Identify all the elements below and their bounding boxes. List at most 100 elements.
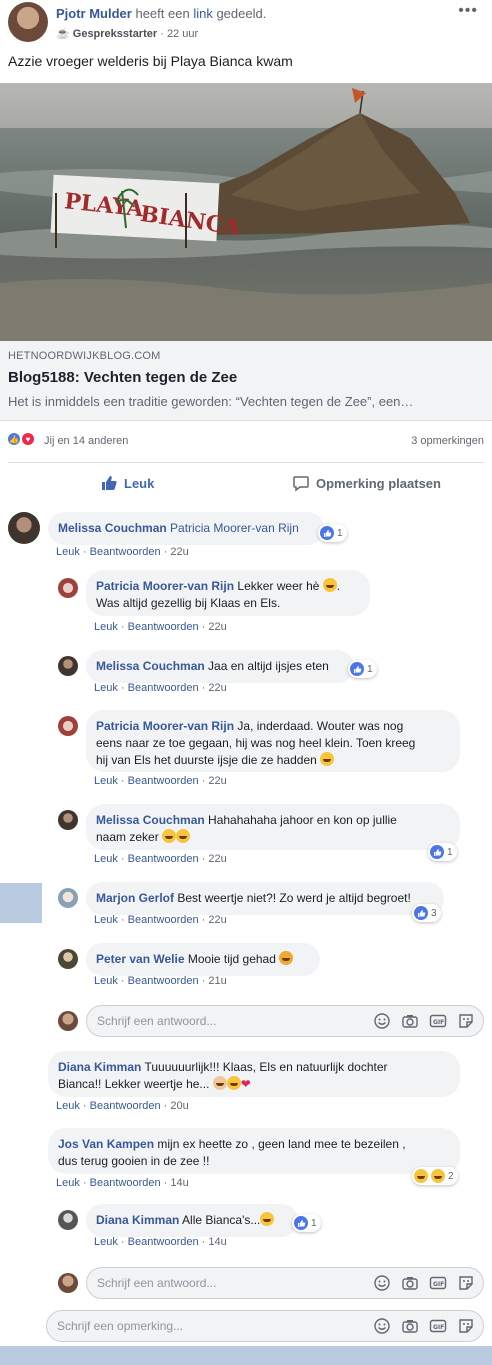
commenter-name[interactable]: Jos Van Kampen: [58, 1137, 154, 1151]
comment-time[interactable]: 22u: [208, 682, 226, 694]
commenter-name[interactable]: Diana Kimman: [96, 1213, 179, 1227]
avatar[interactable]: [58, 578, 78, 598]
reply-link[interactable]: Beantwoorden: [90, 1100, 161, 1112]
like-link[interactable]: Leuk: [56, 1177, 80, 1189]
camera-icon[interactable]: [401, 1012, 419, 1030]
commenter-name[interactable]: Melissa Couchman: [96, 659, 205, 673]
camera-icon[interactable]: [401, 1274, 419, 1292]
love-reaction-icon[interactable]: ♥: [20, 431, 36, 447]
comment-count[interactable]: 3 opmerkingen: [411, 435, 484, 447]
like-link[interactable]: Leuk: [94, 853, 118, 865]
reaction-badge[interactable]: 1: [348, 660, 377, 678]
gif-icon[interactable]: GIF: [429, 1012, 447, 1030]
author-subline: ☕ Gespreksstarter · 22 uur: [56, 28, 199, 40]
reply-link[interactable]: Beantwoorden: [128, 621, 199, 633]
reaction-badge[interactable]: 1: [292, 1214, 321, 1232]
badge-label: Gespreksstarter: [72, 28, 158, 40]
like-link[interactable]: Leuk: [94, 775, 118, 787]
like-link[interactable]: Leuk: [94, 975, 118, 987]
comment-text: Best weertje niet?! Zo werd je altijd be…: [177, 891, 411, 905]
reaction-count[interactable]: Jij en 14 anderen: [44, 435, 128, 447]
reply-link[interactable]: Beantwoorden: [128, 914, 199, 926]
input-icons: GIF: [373, 1317, 475, 1335]
avatar[interactable]: [58, 1210, 78, 1230]
commenter-name[interactable]: Peter van Welie: [96, 952, 185, 966]
reply-link[interactable]: Beantwoorden: [90, 1177, 161, 1189]
comment-time[interactable]: 20u: [170, 1100, 188, 1112]
beach-photo: PLAYA BIANCA: [0, 83, 492, 341]
grinning-emoji-icon: [322, 578, 337, 592]
comment-time[interactable]: 22u: [170, 546, 188, 558]
link-word[interactable]: link: [193, 6, 213, 21]
comment-time[interactable]: 22u: [208, 775, 226, 787]
reaction-badge[interactable]: 1: [318, 524, 347, 542]
avatar[interactable]: [8, 512, 40, 544]
more-options-icon[interactable]: •••: [458, 2, 478, 20]
comment-bubble: Patricia Moorer-van Rijn Ja, inderdaad. …: [86, 710, 460, 772]
avatar[interactable]: [58, 949, 78, 969]
comment-time[interactable]: 14u: [170, 1177, 188, 1189]
avatar[interactable]: [58, 716, 78, 736]
like-link[interactable]: Leuk: [94, 914, 118, 926]
like-button[interactable]: Leuk: [100, 474, 154, 492]
reply-link[interactable]: Beantwoorden: [128, 1236, 199, 1248]
comment-input[interactable]: Schrijf een opmerking... GIF: [46, 1310, 484, 1342]
emoji-icon[interactable]: [373, 1274, 391, 1292]
like-link[interactable]: Leuk: [56, 1100, 80, 1112]
comment-time[interactable]: 22u: [208, 914, 226, 926]
camera-icon[interactable]: [401, 1317, 419, 1335]
laughing-emoji-icon: [320, 752, 335, 766]
link-preview[interactable]: HETNOORDWIJKBLOG.COM Blog5188: Vechten t…: [0, 341, 492, 421]
link-photo[interactable]: PLAYA BIANCA: [0, 83, 492, 341]
reply-link[interactable]: Beantwoorden: [128, 853, 199, 865]
sticker-icon[interactable]: [457, 1012, 475, 1030]
reply-link[interactable]: Beantwoorden: [128, 682, 199, 694]
author-line: Pjotr Mulder heeft een link gedeeld.: [56, 6, 266, 21]
reply-input[interactable]: Schrijf een antwoord... GIF: [86, 1005, 484, 1037]
avatar[interactable]: [58, 810, 78, 830]
reaction-badge[interactable]: 2: [412, 1167, 458, 1185]
commenter-name[interactable]: Diana Kimman: [58, 1060, 141, 1074]
like-button-label: Leuk: [124, 475, 155, 491]
commenter-name[interactable]: Melissa Couchman: [96, 813, 205, 827]
like-link[interactable]: Leuk: [94, 682, 118, 694]
comment-meta: Leuk · Beantwoorden · 20u: [56, 1100, 189, 1112]
like-reaction-icon: [414, 906, 428, 920]
reply-link[interactable]: Beantwoorden: [128, 975, 199, 987]
avatar[interactable]: [58, 888, 78, 908]
mention[interactable]: Patricia Moorer-van Rijn: [170, 521, 299, 535]
reaction-badge[interactable]: 1: [428, 843, 457, 861]
author-avatar[interactable]: [8, 2, 48, 42]
post-time[interactable]: 22 uur: [167, 28, 198, 40]
avatar[interactable]: [58, 656, 78, 676]
commenter-name[interactable]: Patricia Moorer-van Rijn: [96, 579, 234, 593]
svg-text:GIF: GIF: [433, 1019, 444, 1026]
comment-meta: Leuk · Beantwoorden · 22u: [94, 853, 227, 865]
comment-button[interactable]: Opmerking plaatsen: [292, 474, 441, 492]
link-title[interactable]: Blog5188: Vechten tegen de Zee: [8, 369, 237, 386]
emoji-icon[interactable]: [373, 1012, 391, 1030]
gif-icon[interactable]: GIF: [429, 1274, 447, 1292]
commenter-name[interactable]: Marjon Gerlof: [96, 891, 174, 905]
sticker-icon[interactable]: [457, 1274, 475, 1292]
comment-time[interactable]: 14u: [208, 1236, 226, 1248]
emoji-icon[interactable]: [373, 1317, 391, 1335]
comment-meta: Leuk · Beantwoorden · 21u: [94, 975, 227, 987]
author-name[interactable]: Pjotr Mulder: [56, 6, 132, 21]
like-link[interactable]: Leuk: [94, 621, 118, 633]
comment-time[interactable]: 22u: [208, 621, 226, 633]
comment-time[interactable]: 21u: [208, 975, 226, 987]
comment-time[interactable]: 22u: [208, 853, 226, 865]
gif-icon[interactable]: GIF: [429, 1317, 447, 1335]
commenter-name[interactable]: Patricia Moorer-van Rijn: [96, 719, 234, 733]
commenter-name[interactable]: Melissa Couchman: [58, 521, 167, 535]
reply-input[interactable]: Schrijf een antwoord... GIF: [86, 1267, 484, 1299]
like-link[interactable]: Leuk: [56, 546, 80, 558]
comment-text-line3: hij van Els het duurste ijsje die ze had…: [96, 753, 317, 767]
reply-link[interactable]: Beantwoorden: [90, 546, 161, 558]
reply-link[interactable]: Beantwoorden: [128, 775, 199, 787]
sticker-icon[interactable]: [457, 1317, 475, 1335]
page-edge-strip: [0, 883, 42, 923]
reaction-badge[interactable]: 3: [412, 904, 441, 922]
like-link[interactable]: Leuk: [94, 1236, 118, 1248]
